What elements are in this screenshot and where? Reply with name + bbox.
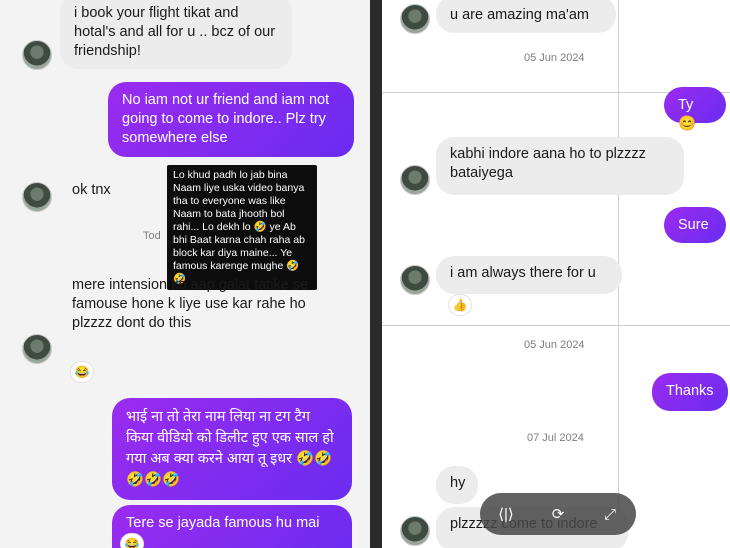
message-outgoing[interactable]: Ty 😊 [664, 87, 726, 132]
reaction-badge[interactable]: 😂 [120, 533, 144, 548]
message-incoming[interactable]: u are amazing ma'am [436, 0, 616, 33]
divider [370, 0, 382, 548]
media-toolbar: ⟨|⟩ ⟳ ⤢ [480, 493, 636, 535]
message-incoming[interactable]: kabhi indore aana ho to plzzzz bataiyega [436, 137, 684, 195]
date-separator: 05 Jun 2024 [524, 339, 585, 351]
grid-line-horizontal [382, 325, 730, 326]
avatar[interactable] [22, 334, 52, 364]
message-incoming[interactable]: i book your flight tikat and hotal's and… [60, 0, 292, 69]
split-view-icon[interactable]: ⟨|⟩ [492, 505, 520, 523]
rotate-icon[interactable]: ⟳ [544, 505, 572, 523]
text-overlay-sticker: Lo khud padh lo jab bina Naam liye uska … [167, 165, 317, 290]
left-chat-panel: i book your flight tikat and hotal's and… [0, 0, 370, 548]
right-chat-panel: u are amazing ma'am 05 Jun 2024 Ty 😊 kab… [382, 0, 730, 548]
timestamp-label: Tod [143, 230, 161, 242]
message-incoming[interactable]: mere intension ko aap galat tatike se fa… [72, 276, 322, 333]
message-incoming[interactable]: i am always there for u [436, 256, 622, 294]
message-incoming[interactable]: ok tnx [72, 181, 152, 200]
avatar[interactable] [400, 4, 430, 34]
message-outgoing[interactable]: Thanks [652, 373, 728, 411]
message-incoming[interactable]: hy [436, 466, 478, 504]
reaction-badge[interactable]: 😂 [70, 361, 94, 383]
avatar[interactable] [22, 182, 52, 212]
message-outgoing[interactable]: भाई ना तो तेरा नाम लिया ना टग टैग किया व… [112, 398, 352, 500]
date-separator: 07 Jul 2024 [527, 432, 584, 444]
avatar[interactable] [400, 165, 430, 195]
avatar[interactable] [400, 516, 430, 546]
message-outgoing[interactable]: No iam not ur friend and iam not going t… [108, 82, 354, 157]
avatar[interactable] [22, 40, 52, 70]
expand-icon[interactable]: ⤢ [596, 506, 624, 523]
avatar[interactable] [400, 265, 430, 295]
reaction-badge[interactable]: 👍 [448, 294, 472, 316]
message-outgoing[interactable]: Sure [664, 207, 726, 243]
date-separator: 05 Jun 2024 [524, 52, 585, 64]
message-outgoing[interactable]: Tere se jayada famous hu mai [112, 505, 352, 548]
